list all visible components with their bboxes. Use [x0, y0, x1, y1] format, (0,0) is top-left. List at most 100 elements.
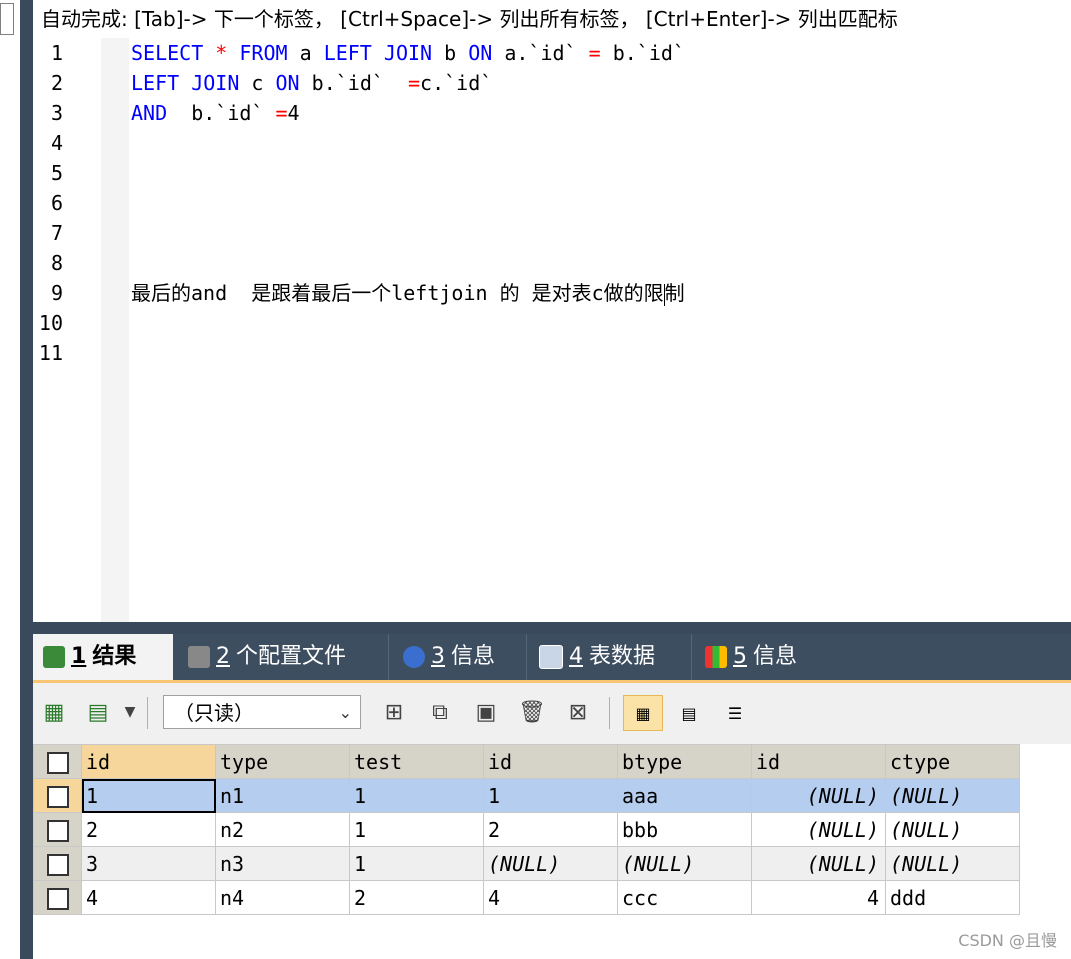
keyword: LEFT: [131, 71, 180, 95]
table-cell[interactable]: 4: [81, 880, 216, 915]
chevron-down-icon: ⌄: [338, 703, 352, 722]
tab-info[interactable]: 3 信息: [393, 634, 523, 680]
column-header[interactable]: type: [215, 744, 350, 779]
column-header[interactable]: id: [751, 744, 886, 779]
row-checkbox[interactable]: [33, 880, 82, 915]
table-cell[interactable]: (NULL): [751, 812, 886, 847]
import-icon[interactable]: ▤: [83, 697, 113, 727]
table-cell[interactable]: 2: [483, 812, 618, 847]
tab-separator: [691, 634, 692, 680]
readonly-select[interactable]: （只读） ⌄: [163, 695, 361, 729]
operator: =: [407, 71, 421, 95]
table-cell[interactable]: 1: [81, 778, 216, 813]
table-cell[interactable]: (NULL): [751, 846, 886, 881]
line-number: 11: [38, 341, 63, 365]
table-cell[interactable]: 1: [349, 778, 484, 813]
code-text: 4: [287, 101, 300, 125]
code-text: c: [239, 71, 276, 95]
table-cell[interactable]: (NULL): [751, 778, 886, 813]
tab-number: 1: [71, 644, 87, 669]
table-cell[interactable]: (NULL): [483, 846, 618, 881]
table-cell[interactable]: (NULL): [617, 846, 752, 881]
duplicate-row-icon[interactable]: ⧉: [425, 697, 455, 727]
cancel-changes-icon[interactable]: ⊠: [563, 697, 593, 727]
tab-info-2[interactable]: 5 信息: [695, 634, 835, 680]
table-cell[interactable]: n4: [215, 880, 350, 915]
readonly-select-value: （只读）: [174, 701, 254, 725]
table-cell[interactable]: 1: [349, 846, 484, 881]
table-cell[interactable]: n1: [215, 778, 350, 813]
table-cell[interactable]: 4: [483, 880, 618, 915]
tab-table-data[interactable]: 4 表数据: [529, 634, 689, 680]
sql-editor[interactable]: 1 2 3 4 5 6 7 8 9 10 11 SELECT * FROM a …: [33, 38, 1071, 622]
form-view-icon[interactable]: ▤: [669, 695, 709, 731]
row-checkbox[interactable]: [33, 812, 82, 847]
table-cell[interactable]: 1: [483, 778, 618, 813]
tab-label: 结果: [92, 644, 137, 669]
table-cell[interactable]: 1: [349, 812, 484, 847]
keyword: ON: [468, 41, 493, 65]
table-cell[interactable]: bbb: [617, 812, 752, 847]
line-number: 7: [50, 221, 63, 245]
row-checkbox[interactable]: [33, 778, 82, 813]
tab-results[interactable]: 1 结果: [33, 634, 173, 680]
toolbar-separator: [609, 697, 610, 729]
comment-text: 最后的and 是跟着最后一个leftjoin 的 是对表c做的限: [131, 281, 664, 305]
row-checkbox[interactable]: [33, 846, 82, 881]
delete-icon[interactable]: 🗑: [517, 697, 547, 727]
line-number: 5: [50, 161, 63, 185]
save-icon[interactable]: ▣: [471, 697, 501, 727]
keyword: SELECT: [131, 41, 204, 65]
side-checkbox[interactable]: [0, 3, 14, 35]
code-text: b.`id`: [167, 101, 276, 125]
column-header[interactable]: id: [483, 744, 618, 779]
export-icon[interactable]: ▦: [39, 697, 69, 727]
code-text: a: [287, 41, 324, 65]
table-cell[interactable]: aaa: [617, 778, 752, 813]
table-cell[interactable]: (NULL): [885, 846, 1020, 881]
table-cell[interactable]: 4: [751, 880, 886, 915]
tab-profile[interactable]: 2 个配置文件: [178, 634, 383, 680]
code-text: b.`id`: [600, 41, 685, 65]
table-row[interactable]: 2 n2 1 2 bbb (NULL) (NULL): [33, 812, 1020, 847]
column-header[interactable]: btype: [617, 744, 752, 779]
table-cell[interactable]: 2: [81, 812, 216, 847]
chevron-down-icon[interactable]: ▼: [115, 697, 145, 727]
table-cell[interactable]: 3: [81, 846, 216, 881]
table-cell[interactable]: (NULL): [885, 778, 1020, 813]
line-number: 8: [50, 251, 63, 275]
select-all-checkbox[interactable]: [33, 744, 82, 779]
code-text: b: [432, 41, 469, 65]
line-number: 6: [50, 191, 63, 215]
autocomplete-hint: 自动完成: [Tab]-> 下一个标签， [Ctrl+Space]-> 列出所有…: [33, 0, 1071, 38]
table-cell[interactable]: ccc: [617, 880, 752, 915]
code-text: b.`id`: [299, 71, 408, 95]
code-text: a.`id`: [492, 41, 577, 65]
table-row[interactable]: 4 n4 2 4 ccc 4 ddd: [33, 880, 1020, 915]
tab-separator: [526, 634, 527, 680]
operator: *: [215, 41, 228, 65]
table-cell[interactable]: (NULL): [885, 812, 1020, 847]
table-cell[interactable]: ddd: [885, 880, 1020, 915]
profile-icon: [188, 646, 210, 668]
info-icon: [403, 646, 425, 668]
add-row-icon[interactable]: ⊞: [379, 697, 409, 727]
keyword: AND: [131, 101, 168, 125]
keyword: FROM: [239, 41, 288, 65]
table-cell[interactable]: n2: [215, 812, 350, 847]
table-row[interactable]: 3 n3 1 (NULL) (NULL) (NULL) (NULL): [33, 846, 1020, 881]
column-header[interactable]: test: [349, 744, 484, 779]
code-line-2: LEFT JOIN c ON b.`id` =c.`id`: [131, 68, 492, 98]
keyword: JOIN: [383, 41, 433, 65]
text-view-icon[interactable]: ☰: [715, 695, 755, 731]
grid-view-icon[interactable]: ▦: [623, 695, 663, 731]
result-icon: [43, 646, 65, 668]
table-cell[interactable]: n3: [215, 846, 350, 881]
table-row[interactable]: 1 n1 1 1 aaa (NULL) (NULL): [33, 778, 1020, 813]
column-header[interactable]: ctype: [885, 744, 1020, 779]
table-cell[interactable]: 2: [349, 880, 484, 915]
pane-splitter[interactable]: [33, 622, 1071, 634]
tab-label: 信息: [451, 644, 496, 669]
column-header[interactable]: id: [81, 744, 216, 779]
keyword: JOIN: [191, 71, 240, 95]
